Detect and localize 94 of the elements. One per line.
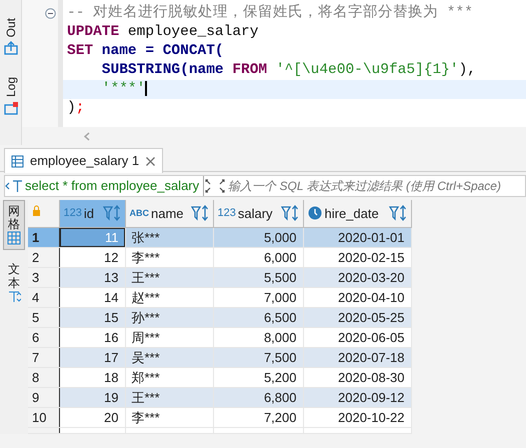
- table-row[interactable]: 10 20 李*** 7,200 2020-10-22: [28, 407, 411, 427]
- table-cell: 王***: [125, 267, 213, 287]
- table-cell: 6,500: [213, 307, 303, 327]
- table-cell: 2020-04-10: [303, 287, 411, 307]
- row-number: 5: [28, 307, 59, 327]
- expand-icon[interactable]: [204, 178, 226, 194]
- view-tab[interactable]: 文本: [3, 258, 25, 309]
- table-cell: 李***: [125, 407, 213, 427]
- table-cell: 2020-07-18: [303, 347, 411, 367]
- filter-sort-icon[interactable]: [190, 205, 208, 222]
- table-row[interactable]: 9 19 王*** 6,800 2020-09-12: [28, 387, 411, 407]
- text-icon: [7, 290, 21, 304]
- table-cell: 18: [59, 367, 125, 387]
- type-label: 123: [64, 206, 82, 221]
- table-cell: 15: [59, 307, 125, 327]
- clock-icon: [308, 206, 322, 220]
- text-cursor: [145, 80, 148, 96]
- table-cell: 16: [59, 327, 125, 347]
- table-cell: 7,000: [213, 287, 303, 307]
- table-cell: 7,500: [213, 347, 303, 367]
- table-row[interactable]: 8 18 郑*** 5,200 2020-08-30: [28, 367, 411, 387]
- table-row[interactable]: 4 14 赵*** 7,000 2020-04-10: [28, 287, 411, 307]
- table-cell: 17: [59, 347, 125, 367]
- row-number: 1: [28, 227, 59, 247]
- table-row[interactable]: 7 17 吴*** 7,500 2020-07-18: [28, 347, 411, 367]
- result-tab[interactable]: employee_salary 1: [4, 148, 164, 173]
- filter-sort-icon[interactable]: [388, 205, 406, 222]
- table-cell: 13: [59, 267, 125, 287]
- table-cell: 6,800: [213, 387, 303, 407]
- table-icon: [11, 154, 24, 168]
- log-icon[interactable]: [4, 101, 18, 116]
- table-cell: 7,200: [213, 407, 303, 427]
- code-line: SUBSTRING(name FROM '^[\u4e00-\u9fa5]{1}'),: [22, 61, 526, 80]
- collapse-icon[interactable]: [45, 8, 56, 19]
- lock-icon: [32, 205, 41, 216]
- code-line: );: [22, 99, 526, 118]
- view-tab[interactable]: 网格: [3, 200, 25, 250]
- filter-field[interactable]: select * from employee_salary 输入一个 SQL 表达式来过滤结果 (使用 Ctrl+Space): [4, 175, 526, 197]
- table-row[interactable]: 1 11 张*** 5,000 2020-01-01: [28, 227, 411, 247]
- table-cell: 赵***: [125, 287, 213, 307]
- scroll-left-icon[interactable]: [84, 132, 90, 140]
- table-row[interactable]: 6 16 周*** 8,000 2020-06-05: [28, 327, 411, 347]
- table-cell: 2020-10-22: [303, 407, 411, 427]
- table-cell: 20: [59, 407, 125, 427]
- table-cell: 2020-05-25: [303, 307, 411, 327]
- code-line: UPDATE employee_salary: [22, 23, 526, 42]
- row-number: 3: [28, 267, 59, 287]
- close-icon[interactable]: [145, 156, 156, 166]
- column-header[interactable]: hire_date: [303, 200, 411, 227]
- side-tab[interactable]: Out: [4, 18, 16, 38]
- row-number: 10: [28, 407, 59, 427]
- table-cell: 6,000: [213, 247, 303, 267]
- row-number: 7: [28, 347, 59, 367]
- table-cell: 吴***: [125, 347, 213, 367]
- table-cell: 5,500: [213, 267, 303, 287]
- table-cell: 郑***: [125, 367, 213, 387]
- table-cell: 14: [59, 287, 125, 307]
- column-header[interactable]: 123 id: [59, 200, 125, 227]
- row-number: 8: [28, 367, 59, 387]
- table-row[interactable]: 3 13 王*** 5,500 2020-03-20: [28, 267, 411, 287]
- table-cell: 12: [59, 247, 125, 267]
- table-row[interactable]: 2 12 李*** 6,000 2020-02-15: [28, 247, 411, 267]
- filter-sort-icon[interactable]: [102, 205, 120, 222]
- table-cell: 2020-01-01: [303, 227, 411, 247]
- export-icon[interactable]: [4, 41, 18, 56]
- table-row[interactable]: 5 15 孙*** 6,500 2020-05-25: [28, 307, 411, 327]
- filter-sort-icon[interactable]: [280, 205, 298, 222]
- table-cell: 2020-09-12: [303, 387, 411, 407]
- table-cell: 李***: [125, 247, 213, 267]
- table-cell: 王***: [125, 387, 213, 407]
- grid-icon: [7, 231, 21, 246]
- table-cell: 2020-02-15: [303, 247, 411, 267]
- table-cell: 张***: [125, 227, 213, 247]
- query-text: select * from employee_salary: [23, 176, 204, 196]
- table-cell: 11: [59, 227, 125, 247]
- type-label: 123: [218, 206, 236, 221]
- row-number: 6: [28, 327, 59, 347]
- row-number: 2: [28, 247, 59, 267]
- table-cell: 5,200: [213, 367, 303, 387]
- side-tab[interactable]: Log: [4, 77, 16, 98]
- table-cell: 2020-06-05: [303, 327, 411, 347]
- row-number: 4: [28, 287, 59, 307]
- table-cell: 孙***: [125, 307, 213, 327]
- table-cell: 8,000: [213, 327, 303, 347]
- table-cell: 2020-03-20: [303, 267, 411, 287]
- column-header[interactable]: 123 salary: [213, 200, 303, 227]
- table-cell: 5,000: [213, 227, 303, 247]
- code-line: SET name = CONCAT(: [22, 42, 526, 61]
- row-number: 9: [28, 387, 59, 407]
- table-cell: 2020-08-30: [303, 367, 411, 387]
- table-cell: 周***: [125, 327, 213, 347]
- type-label: ABC: [130, 206, 149, 220]
- sql-text-icon: [5, 179, 23, 193]
- table-cell: 19: [59, 387, 125, 407]
